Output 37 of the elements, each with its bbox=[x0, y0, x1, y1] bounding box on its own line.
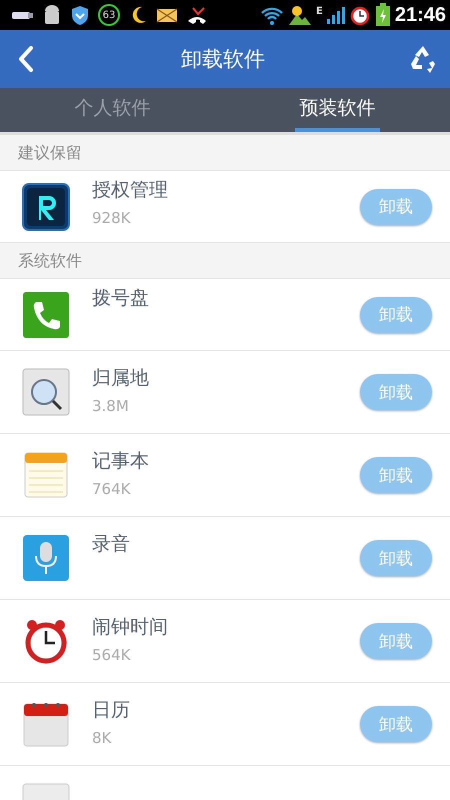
app-row[interactable]: 授权管理 928K 卸载 bbox=[0, 171, 450, 243]
app-row[interactable]: 录音 卸载 bbox=[0, 517, 450, 600]
battery-charging-icon bbox=[374, 3, 391, 27]
app-size: 928K bbox=[92, 209, 132, 227]
landscape-icon bbox=[288, 4, 312, 26]
app-size: 764K bbox=[92, 480, 132, 498]
app-size: 564K bbox=[92, 646, 132, 664]
app-size: 8K bbox=[92, 729, 112, 747]
memory-badge: 63 bbox=[98, 4, 120, 26]
app-name: 授权管理 bbox=[92, 178, 169, 203]
alarm-icon bbox=[348, 4, 371, 26]
app-name: 日历 bbox=[92, 698, 131, 723]
letter-r-app-icon bbox=[22, 182, 70, 230]
app-name: 拨号盘 bbox=[92, 286, 150, 311]
network-type: E bbox=[316, 6, 323, 17]
screen-title: 卸载软件 bbox=[181, 46, 265, 73]
app-size: 3.8M bbox=[92, 397, 130, 415]
phone-app-icon bbox=[22, 290, 70, 338]
app-name: 闹钟时间 bbox=[92, 615, 169, 640]
app-name: 录音 bbox=[92, 532, 131, 557]
app-name: 记事本 bbox=[92, 449, 150, 474]
section-header: 建议保留 bbox=[0, 135, 450, 171]
app-row[interactable]: 拨号盘 卸载 bbox=[0, 279, 450, 351]
app-row[interactable]: 归属地 3.8M 卸载 bbox=[0, 351, 450, 434]
clock-time: 21:46 bbox=[394, 4, 446, 26]
app-row[interactable]: 日历 8K 卸载 bbox=[0, 683, 450, 766]
recycle-icon[interactable] bbox=[408, 44, 438, 74]
magnifier-app-icon bbox=[22, 368, 70, 416]
section-header: 系统软件 bbox=[0, 243, 450, 279]
calendar-app-icon bbox=[22, 700, 70, 748]
app-row[interactable]: 闹钟时间 564K 卸载 bbox=[0, 600, 450, 683]
notepad-app-icon bbox=[22, 451, 70, 499]
microphone-app-icon bbox=[22, 534, 70, 582]
shield-icon bbox=[70, 4, 90, 26]
signal-icon bbox=[326, 5, 345, 25]
app-row[interactable]: 记事本 764K 卸载 bbox=[0, 434, 450, 517]
app-name: 归属地 bbox=[92, 366, 150, 391]
